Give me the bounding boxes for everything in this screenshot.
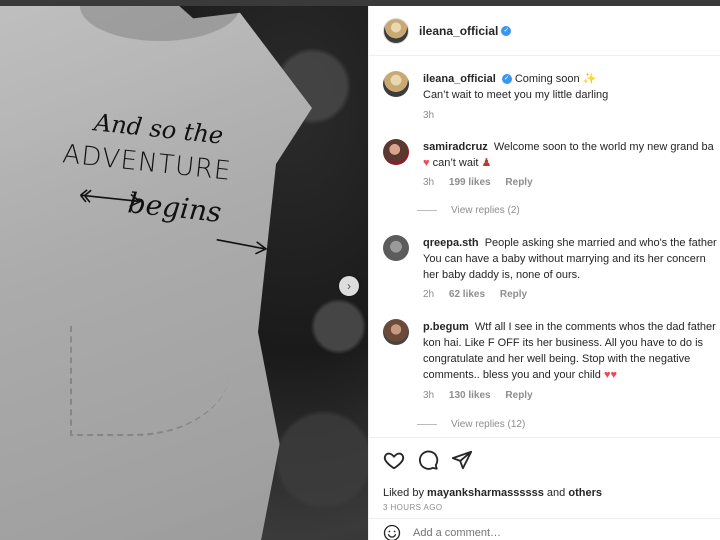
onesie-print: And so the ADVENTURE begins (53, 105, 276, 266)
reply-button[interactable]: Reply (500, 289, 527, 300)
red-heart-icon: ♥ (423, 157, 430, 169)
post-side-panel: ileana_official ✓ ileana_official ✓ Comin… (368, 6, 720, 540)
caption-time: 3h (423, 110, 435, 121)
caption-username[interactable]: ileana_official (423, 73, 496, 85)
comment-likes[interactable]: 62 likes (449, 289, 485, 300)
comment-time: 2h (423, 289, 435, 300)
comment-line-1: Welcome soon to the world my new grand b… (493, 141, 714, 153)
view-replies-button[interactable]: View replies (2) (441, 205, 520, 216)
reply-button[interactable]: Reply (505, 390, 532, 401)
liked-by-prefix: Liked by (383, 487, 424, 499)
comment-text: qreepa.sth People asking she married and… (423, 235, 720, 283)
caption-line-2: Can’t wait to meet you my little darling (423, 89, 609, 101)
comment-avatar[interactable] (383, 139, 409, 165)
verified-badge-icon: ✓ (501, 74, 512, 85)
add-comment-bar (369, 518, 720, 540)
chevron-right-icon: › (347, 279, 351, 293)
liked-by: Liked by mayanksharmassssss and others (383, 487, 707, 499)
comment-line-2: You can have a baby without marrying and… (423, 253, 706, 265)
comment-line-4: comments.. bless you and your child (423, 369, 601, 381)
comment-time: 3h (423, 390, 435, 401)
comment-line-1: People asking she married and who's the … (484, 237, 717, 249)
dancer-emoji-icon: ♟ (481, 157, 492, 169)
liked-by-user[interactable]: mayanksharmassssss (427, 487, 544, 499)
next-photo-button[interactable]: › (339, 276, 359, 296)
print-line-3: begins (126, 186, 224, 229)
comment-likes[interactable]: 130 likes (449, 390, 491, 401)
onesie-seam (70, 326, 230, 436)
comment-icon[interactable] (417, 449, 439, 471)
caption-line-1: Coming soon ✨ (514, 73, 597, 85)
red-heart-icon: ♥♥ (603, 369, 618, 381)
post-photo[interactable]: And so the ADVENTURE begins › (0, 6, 368, 540)
comment-text: p.begum Wtf all I see in the comments wh… (423, 319, 720, 383)
comment-avatar[interactable] (383, 235, 409, 261)
post-actions: Liked by mayanksharmassssss and others 3… (369, 437, 720, 512)
caption-avatar[interactable] (383, 71, 409, 97)
post-time-ago: 3 HOURS AGO (383, 503, 443, 512)
comment-username[interactable]: samiradcruz (423, 141, 488, 153)
author-username[interactable]: ileana_official (419, 24, 498, 38)
caption-text: ileana_official ✓ Coming soon ✨ Can’t wai… (423, 71, 720, 103)
comment-line-2: can’t wait (432, 157, 479, 169)
heart-outline-icon[interactable] (383, 449, 405, 471)
comment-line-2: kon hai. Like F OFF its her business. Al… (423, 337, 704, 349)
reply-button[interactable]: Reply (505, 177, 532, 188)
comment-line-1: Wtf all I see in the comments whos the d… (474, 321, 716, 333)
verified-badge-icon: ✓ (501, 25, 512, 36)
comment-username[interactable]: qreepa.sth (423, 237, 479, 249)
comments-list[interactable]: ileana_official ✓ Coming soon ✨ Can’t wai… (369, 57, 720, 437)
comment-username[interactable]: p.begum (423, 321, 469, 333)
author-avatar[interactable] (383, 17, 409, 44)
comment-line-3: congratulate and her well being. Stop wi… (423, 353, 691, 365)
share-icon[interactable] (451, 449, 473, 471)
comment-text: samiradcruz Welcome soon to the world my… (423, 139, 720, 171)
post-header: ileana_official ✓ (369, 6, 720, 56)
smiley-icon[interactable] (383, 524, 401, 540)
comment-meta: 3h 130 likes Reply (423, 390, 545, 401)
liked-by-others[interactable]: others (568, 487, 602, 499)
liked-by-and: and (546, 487, 566, 499)
action-icons (383, 448, 707, 472)
comment-meta: 3h 199 likes Reply (423, 177, 545, 188)
comment-line-3: her baby daddy is, none of ours. (423, 269, 581, 281)
comment-time: 3h (423, 177, 435, 188)
view-replies-button[interactable]: View replies (12) (441, 419, 525, 430)
comment-likes[interactable]: 199 likes (449, 177, 491, 188)
comment-avatar[interactable] (383, 319, 409, 345)
add-comment-input[interactable] (413, 526, 673, 539)
comment-meta: 2h 62 likes Reply (423, 289, 539, 300)
caption-meta: 3h (423, 110, 446, 121)
